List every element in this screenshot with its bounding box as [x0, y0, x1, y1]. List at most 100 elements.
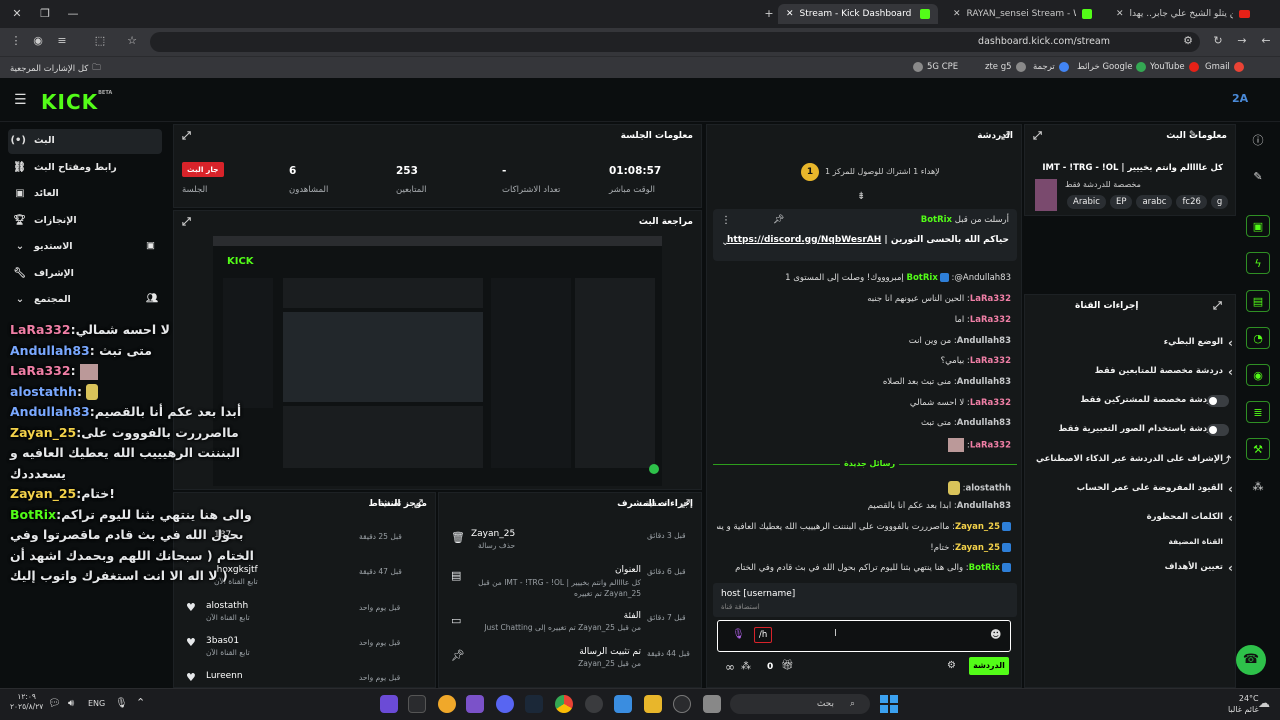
windows-start-icon[interactable] — [880, 695, 898, 713]
tab-youtube[interactable]: ✕ حين يتلو الشيخ علي جابر.. يهدأ... — [1108, 4, 1258, 24]
close-tab-icon[interactable]: ✕ — [786, 9, 794, 19]
file-explorer-icon[interactable] — [644, 695, 662, 713]
menu-dots-icon[interactable]: ⋮ — [8, 33, 24, 49]
expand-icon[interactable]: ⤢ — [681, 497, 690, 511]
media-player-icon[interactable] — [673, 695, 691, 713]
followers-only-item[interactable]: دردشة مخصصة للمتابعين فقط › — [1035, 365, 1233, 379]
edit-icon[interactable]: ✎ — [1246, 166, 1270, 188]
list-icon[interactable]: ≣ — [1246, 401, 1270, 423]
sidebar-item-moderation[interactable]: 🔧︎ الإشراف — [8, 262, 162, 287]
chat-bubble-icon[interactable]: ◔ — [1246, 327, 1270, 349]
slow-mode-item[interactable]: الوضع البطيء › — [1035, 336, 1233, 350]
taskbar-app-icon[interactable] — [614, 695, 632, 713]
collapse-icon[interactable]: ⇟ — [857, 191, 865, 202]
tab-kick-dashboard[interactable]: ✕ Stream - Kick Dashboard — [778, 4, 938, 24]
subscribers-only-item[interactable]: الدردشة مخصصة للمشتركين فقط — [1035, 395, 1229, 407]
banned-words-item[interactable]: الكلمات المحظورة › — [1035, 511, 1233, 525]
language-indicator[interactable]: ENG — [88, 699, 105, 708]
hamburger-menu-icon[interactable]: ☰ — [14, 92, 27, 108]
bookmark-translate[interactable]: ترجمة — [1033, 62, 1069, 72]
expand-icon[interactable]: ⤢ — [414, 497, 423, 511]
tag[interactable]: EP — [1109, 195, 1133, 209]
gift-icon[interactable]: 🎁︎ — [781, 660, 794, 671]
bookmark-youtube[interactable]: YouTube — [1150, 62, 1199, 72]
sidebar-item-studio[interactable]: ⌄ الاستديو ▣ — [8, 235, 162, 260]
tag[interactable]: arabc — [1136, 195, 1173, 209]
notification-icon[interactable]: 💬︎ — [48, 698, 61, 709]
tag[interactable]: g — [1210, 195, 1229, 209]
close-tab-icon[interactable]: ✕ — [953, 9, 961, 19]
emote-only-item[interactable]: الدردشة باستخدام الصور التعبيرية فقط — [1035, 424, 1229, 436]
avatar[interactable]: 2A — [1232, 92, 1248, 105]
wrench-icon[interactable]: ⚒ — [1246, 438, 1270, 460]
bookmark-zte[interactable]: zte g5 — [985, 62, 1026, 72]
sidebar-item-community[interactable]: ⌄ المجتمع 👥︎ — [8, 288, 162, 313]
mic-icon[interactable]: 🎙︎ — [732, 629, 745, 640]
stream-preview-video[interactable]: KICK — [213, 236, 662, 486]
kick-logo[interactable]: KICKBETA — [41, 90, 112, 114]
tag[interactable]: fc26 — [1176, 195, 1207, 209]
chrome-icon[interactable] — [555, 695, 573, 713]
broadcast-icon[interactable]: ◉ — [1246, 364, 1270, 386]
sidebar-item-revenue[interactable]: ▣ العائد — [8, 182, 162, 207]
settings-icon[interactable] — [585, 695, 603, 713]
account-age-item[interactable]: القيود المفروضة على عمر الحساب › — [1035, 482, 1233, 496]
expand-icon[interactable]: ⤢ — [1033, 129, 1042, 143]
weather-widget[interactable]: 24°C غائم غالبا — [1228, 693, 1259, 715]
taskbar-app-icon[interactable] — [438, 695, 456, 713]
document-icon[interactable]: ▤ — [1246, 290, 1270, 312]
pin-icon[interactable]: 📌︎ — [773, 215, 784, 225]
subscribers-only-toggle[interactable] — [1207, 395, 1229, 407]
sidebar-item-stream-key[interactable]: ⛓ رابط ومفتاح البث — [8, 156, 162, 181]
taskbar-app-icon[interactable] — [466, 695, 484, 713]
share-icon[interactable]: ⁂ — [741, 661, 751, 672]
address-bar[interactable]: dashboard.kick.com/stream — [150, 32, 1200, 52]
settings-gear-icon[interactable]: ⚙ — [947, 660, 956, 671]
profile-icon[interactable]: ◉ — [30, 33, 46, 49]
restore-window-icon[interactable]: ❐ — [38, 7, 52, 21]
chevron-down-icon[interactable]: ⌄ — [721, 237, 729, 248]
screen-icon[interactable]: ▣ — [1246, 215, 1270, 237]
filter-button[interactable]: تصفية — [379, 499, 401, 509]
sidebar-item-achievements[interactable]: 🏆︎ الإنجازات — [8, 209, 162, 234]
taskbar-app-icon[interactable] — [380, 695, 398, 713]
reload-icon[interactable]: ↻ — [1210, 33, 1226, 49]
taskbar-search[interactable]: بحث ⌕ — [730, 694, 870, 714]
taskbar-clock[interactable]: ١٢:٠٩ ٢٠٢٥/٨/٢٧ — [10, 692, 43, 712]
more-options-icon[interactable]: ⋮ — [721, 215, 731, 226]
bookmark-maps[interactable]: خرائط Google — [1077, 62, 1147, 72]
screenshot-icon[interactable]: ⬚ — [92, 33, 108, 49]
set-goals-item[interactable]: تعيين الأهداف › — [1035, 561, 1233, 575]
extensions-icon[interactable]: ≡ — [54, 33, 70, 49]
taskbar-app-icon[interactable] — [703, 695, 721, 713]
forward-icon[interactable]: → — [1234, 33, 1250, 49]
chat-send-button[interactable]: الدردشة — [969, 657, 1009, 675]
command-suggestion[interactable]: host [username] استضافة قناة — [713, 583, 1017, 617]
expand-icon[interactable]: ⤢ — [182, 129, 191, 143]
bookmark-5gcpe[interactable]: 5G CPE — [913, 62, 958, 72]
expand-icon[interactable]: ⤢ — [1213, 299, 1222, 313]
chevron-up-icon[interactable]: ⌃ — [136, 696, 145, 709]
pinned-link[interactable]: https://discord.gg/NqbWesrAH — [727, 235, 881, 245]
info-icon[interactable]: ⓘ — [1246, 130, 1270, 152]
emoji-icon[interactable]: ☻ — [990, 628, 1001, 641]
expand-icon[interactable]: ⤢ — [182, 215, 191, 229]
minimize-window-icon[interactable]: — — [66, 7, 80, 21]
discord-icon[interactable] — [496, 695, 514, 713]
sidebar-item-broadcast[interactable]: (•) البث — [8, 129, 162, 154]
site-settings-icon[interactable]: ⚙ — [1180, 33, 1196, 49]
share-nodes-icon[interactable]: ⁂ — [1246, 476, 1270, 498]
close-tab-icon[interactable]: ✕ — [1116, 9, 1124, 19]
new-tab-icon[interactable]: + — [762, 7, 776, 21]
volume-icon[interactable]: 🔊︎ — [68, 698, 74, 709]
close-window-icon[interactable]: ✕ — [10, 7, 24, 21]
lightning-icon[interactable]: ϟ — [1246, 252, 1270, 274]
help-support-icon[interactable]: ☎ — [1236, 645, 1266, 675]
emote-only-toggle[interactable] — [1207, 424, 1229, 436]
mic-icon[interactable]: 🎙︎ — [115, 698, 128, 709]
tab-rayan-stream[interactable]: ✕ RAYAN_sensei Stream - Watch Live — [945, 4, 1100, 24]
bookmark-gmail[interactable]: Gmail — [1205, 62, 1244, 72]
taskbar-app-icon[interactable] — [408, 695, 426, 713]
expand-icon[interactable]: ⤢ — [1001, 129, 1010, 143]
ai-moderation-item[interactable]: الإشراف على الدردشة عبر الذكاء الاصطناعي… — [1035, 454, 1231, 466]
